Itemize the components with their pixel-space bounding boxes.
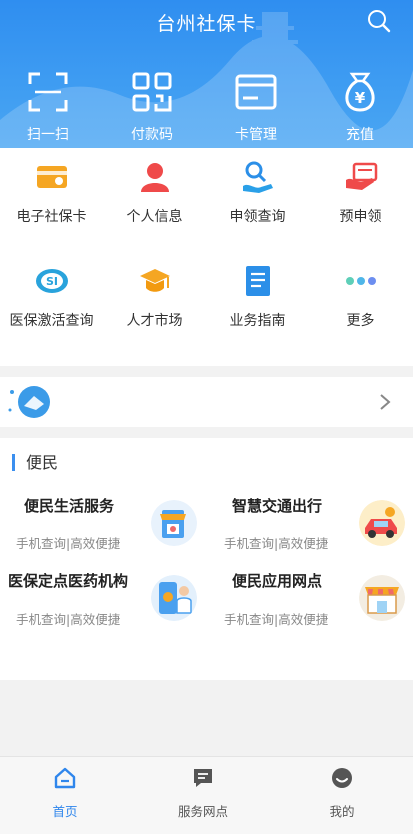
- svg-text:¥: ¥: [355, 89, 366, 107]
- grid-item-e-card[interactable]: 电子社保卡: [0, 160, 103, 226]
- scan-button[interactable]: 扫一扫: [8, 70, 88, 144]
- badge-icon: [8, 386, 50, 418]
- more-dots-icon: [345, 277, 376, 285]
- grid-item-label: 申领查询: [229, 209, 286, 225]
- header: 台州社保卡 扫一扫 付款码 卡管理 ¥ 充值: [0, 0, 413, 148]
- app-title: 台州社保卡: [156, 13, 257, 35]
- promo-banner[interactable]: [0, 377, 413, 427]
- service-title: 便民生活服务: [24, 497, 115, 515]
- grid-item-label: 人才市场: [126, 313, 183, 329]
- grid-item-label: 个人信息: [126, 209, 183, 225]
- tab-label: 首页: [52, 804, 78, 819]
- card-manage-label: 卡管理: [235, 127, 277, 143]
- service-subtitle: 手机查询|高效便捷: [16, 612, 121, 627]
- grid-item-label: 电子社保卡: [16, 209, 87, 225]
- pre-apply-icon: [345, 162, 377, 190]
- grid-item-label: 业务指南: [229, 313, 286, 329]
- card-icon: [235, 74, 277, 110]
- grid-item-more[interactable]: 更多: [309, 264, 412, 330]
- e-card-icon: [36, 166, 67, 188]
- money-bag-icon: ¥: [345, 72, 375, 112]
- service-subtitle: 手机查询|高效便捷: [224, 612, 329, 627]
- service-point-icon: [194, 769, 212, 787]
- chevron-right-icon: [380, 394, 391, 410]
- tab-label: 我的: [329, 804, 355, 819]
- tab-label: 服务网点: [177, 804, 228, 819]
- person-icon: [140, 163, 169, 192]
- payment-code-button[interactable]: 付款码: [112, 70, 192, 144]
- service-title: 医保定点医药机构: [8, 572, 129, 590]
- doctor-phone-icon: [151, 575, 197, 621]
- grid-item-personal-info[interactable]: 个人信息: [103, 160, 206, 226]
- shop-icon: [151, 500, 197, 546]
- document-icon: [245, 266, 270, 296]
- card-manage-button[interactable]: 卡管理: [216, 70, 296, 144]
- service-subtitle: 手机查询|高效便捷: [224, 536, 329, 551]
- grid-item-label: 预申领: [339, 209, 382, 225]
- payment-code-label: 付款码: [131, 127, 173, 143]
- svg-text:SI: SI: [45, 275, 57, 288]
- search-icon[interactable]: [367, 9, 391, 33]
- grid-item-pre-apply[interactable]: 预申领: [309, 160, 412, 226]
- grid-item-label: 更多: [346, 313, 375, 329]
- scan-icon: [28, 72, 68, 112]
- grid-item-business-guide[interactable]: 业务指南: [206, 264, 309, 330]
- home-icon: [54, 767, 76, 789]
- si-logo-icon: SI: [35, 269, 68, 293]
- service-title: 便民应用网点: [232, 572, 323, 590]
- scan-label: 扫一扫: [27, 127, 69, 143]
- service-title: 智慧交通出行: [232, 497, 323, 515]
- recharge-button[interactable]: ¥ 充值: [320, 70, 400, 144]
- profile-icon: [332, 768, 352, 788]
- tab-service-points[interactable]: 服务网点: [143, 767, 263, 820]
- section-title: 便民: [12, 454, 58, 471]
- tab-mine[interactable]: 我的: [282, 767, 402, 820]
- graduation-cap-icon: [139, 269, 170, 292]
- grid-item-apply-query[interactable]: 申领查询: [206, 160, 309, 226]
- grid-item-label: 医保激活查询: [9, 313, 94, 329]
- car-icon: [359, 500, 405, 546]
- grid-item-medical-activation[interactable]: SI 医保激活查询: [0, 264, 103, 330]
- recharge-label: 充值: [346, 127, 374, 143]
- store-icon: [359, 575, 405, 621]
- tab-home[interactable]: 首页: [5, 767, 125, 820]
- qr-code-icon: [132, 72, 172, 112]
- apply-search-icon: [242, 161, 273, 193]
- grid-item-talent-market[interactable]: 人才市场: [103, 264, 206, 330]
- service-subtitle: 手机查询|高效便捷: [16, 536, 121, 551]
- function-grid: 电子社保卡 个人信息 申领查询 预申领 SI 医保激活查询 人才市场 业务指南 …: [0, 148, 413, 366]
- bottom-tab-bar: 首页 服务网点 我的: [0, 756, 413, 834]
- convenience-section: 便民 便民生活服务 手机查询|高效便捷 智慧交通出行 手机查询|高效便捷 医保定…: [0, 438, 413, 680]
